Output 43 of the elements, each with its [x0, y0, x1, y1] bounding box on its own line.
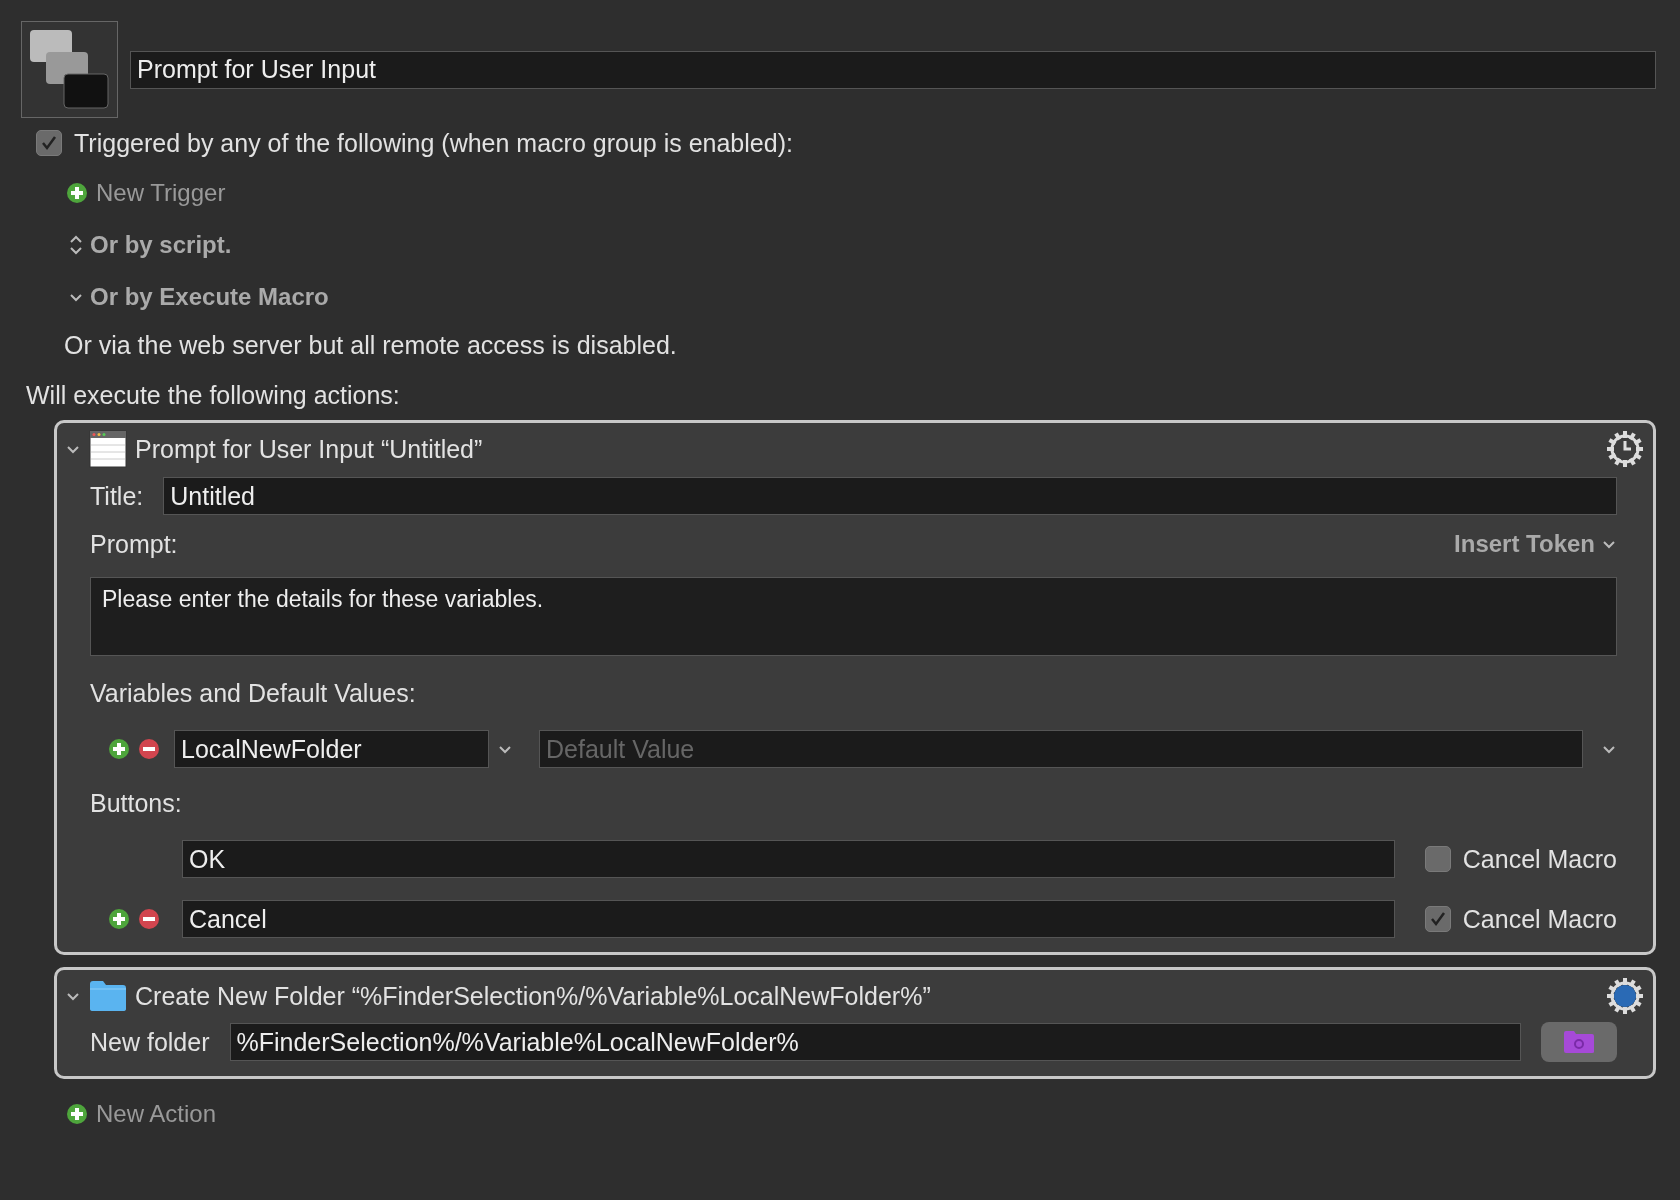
checkmark-icon	[40, 134, 58, 152]
button-name-field[interactable]: OK	[182, 840, 1395, 878]
title-field[interactable]: Untitled	[163, 477, 1617, 515]
macro-icon[interactable]	[21, 21, 118, 118]
action-title: Create New Folder “%FinderSelection%/%Variable%LocalNewFolder%”	[135, 981, 932, 1011]
variables-label: Variables and Default Values:	[90, 678, 417, 708]
gear-icon[interactable]	[1605, 976, 1645, 1016]
folder-gear-icon	[1563, 1030, 1595, 1054]
button-name-field[interactable]: Cancel	[182, 900, 1395, 938]
checkmark-icon	[1428, 910, 1447, 928]
new-trigger-link[interactable]: New Trigger	[96, 178, 226, 208]
prompt-text-area[interactable]: Please enter the details for these variables.	[90, 577, 1617, 656]
folder-path-field[interactable]: %FinderSelection%/%Variable%LocalNewFolder%	[229, 1023, 1521, 1061]
folder-icon	[89, 980, 127, 1012]
macro-name-field[interactable]: Prompt for User Input	[130, 50, 1656, 89]
actions-heading: Will execute the following actions:	[26, 380, 401, 410]
buttons-label: Buttons:	[90, 788, 183, 818]
gear-icon[interactable]	[1605, 429, 1645, 469]
add-icon[interactable]	[108, 738, 130, 760]
trigger-label: Triggered by any of the following (when macro group is enabled):	[74, 128, 793, 158]
variable-name-field[interactable]: LocalNewFolder	[174, 730, 489, 768]
insert-token-menu[interactable]: Insert Token	[1454, 529, 1595, 559]
add-icon[interactable]	[66, 182, 88, 204]
add-icon[interactable]	[108, 908, 130, 930]
add-icon[interactable]	[66, 1103, 88, 1125]
checkbox[interactable]	[1424, 846, 1451, 872]
new-action-link[interactable]: New Action	[96, 1099, 217, 1129]
prompt-label: Prompt:	[90, 529, 178, 559]
disclosure-label[interactable]: Or by script.	[90, 230, 232, 260]
window-icon	[89, 430, 127, 468]
web-server-note: Or via the web server but all remote access is disabled.	[64, 330, 678, 360]
action-title: Prompt for User Input “Untitled”	[135, 434, 484, 464]
disclosure-label[interactable]: Or by Execute Macro	[90, 282, 329, 312]
chevron-updown-icon[interactable]	[68, 235, 84, 255]
remove-icon[interactable]	[138, 908, 160, 930]
new-folder-label: New folder	[90, 1027, 210, 1057]
checkbox[interactable]	[36, 130, 62, 156]
cancel-macro-label: Cancel Macro	[1462, 904, 1617, 934]
default-value-field[interactable]: Default Value	[539, 730, 1583, 768]
cancel-macro-label: Cancel Macro	[1462, 844, 1617, 874]
remove-icon[interactable]	[138, 738, 160, 760]
checkbox[interactable]	[1424, 906, 1451, 932]
title-label: Title:	[90, 481, 144, 511]
